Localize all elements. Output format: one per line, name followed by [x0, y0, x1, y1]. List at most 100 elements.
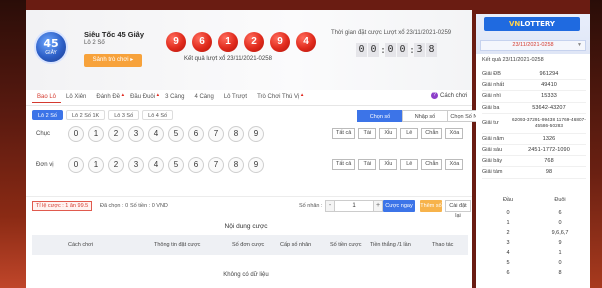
result-ball: 6 [192, 32, 212, 52]
tab-tro-choi-thu-vi[interactable]: Trò Chơi Thú Vị ▲ [252, 92, 304, 103]
quick-select-units: Tất cả Tài Xỉu Lẻ Chẵn Xóa [332, 159, 464, 170]
tab-label: Đầu Đuôi [130, 94, 156, 100]
result-ball: 4 [296, 32, 316, 52]
table-row: 50 [506, 260, 562, 266]
number-ball[interactable]: 3 [128, 126, 144, 142]
prize-row: Giải tư 62093-37291-99438 11769-46807-455… [482, 114, 586, 134]
game-lobby-button[interactable]: Sảnh trò chơi ▸ [84, 54, 142, 67]
odds-info: Tỉ lệ cược : 1 ăn 99.5 [32, 201, 93, 211]
select-small-button[interactable]: Xỉu [379, 159, 398, 170]
logo-text: GIÂY [45, 50, 57, 56]
number-ball[interactable]: 2 [108, 157, 124, 173]
table-row: 10 [506, 220, 562, 226]
column-header: Đuôi [554, 197, 566, 203]
clear-button[interactable]: Xóa [445, 159, 464, 170]
number-ball[interactable]: 2 [108, 126, 124, 142]
question-icon: ? [431, 92, 438, 99]
number-ball[interactable]: 6 [188, 157, 204, 173]
subtab-lo-2-so-1k[interactable]: Lô 2 Số 1K [65, 110, 106, 120]
tab-4-cang[interactable]: 4 Càng [189, 92, 218, 103]
date-value: 23/11/2021-0258 [512, 42, 554, 48]
row-label-units: Đơn vị [36, 162, 54, 168]
select-all-button[interactable]: Tất cả [332, 128, 356, 139]
prize-row: Giải bảy 768 [482, 156, 586, 168]
column-header: Thao tác [432, 242, 454, 248]
number-ball[interactable]: 0 [68, 157, 84, 173]
subtab-lo-4-so[interactable]: Lô 4 Số [142, 110, 174, 120]
number-ball[interactable]: 8 [228, 126, 244, 142]
number-ball[interactable]: 0 [68, 126, 84, 142]
tab-dau-duoi[interactable]: Đầu Đuôi ▲ [125, 92, 160, 103]
quick-select-tens: Tất cả Tài Xỉu Lẻ Chẵn Xóa [332, 128, 464, 139]
number-ball[interactable]: 8 [228, 157, 244, 173]
select-even-button[interactable]: Chẵn [421, 159, 443, 170]
column-header: Số đơn cược [232, 242, 265, 248]
bet-now-button[interactable]: Cược ngay [383, 200, 415, 212]
multiplier-stepper: - 1 + [325, 200, 383, 212]
select-big-button[interactable]: Tài [358, 128, 377, 139]
select-big-button[interactable]: Tài [358, 159, 377, 170]
number-ball[interactable]: 9 [248, 157, 264, 173]
mode-enter-number[interactable]: Nhập số [402, 110, 448, 122]
number-ball[interactable]: 6 [188, 126, 204, 142]
bet-amount: Số tiền : 0 VND [130, 203, 168, 209]
empty-state: Không có dữ liệu [223, 272, 269, 278]
prize-row: Giải ĐB 961294 [482, 69, 586, 81]
column-header: Cách chơi [68, 242, 94, 248]
category-tabs: Bao Lô Lô Xiên Đánh Đề ▲ Đầu Đuôi ▲ 3 Càng… [32, 92, 304, 103]
tab-danh-de[interactable]: Đánh Đề ▲ [91, 92, 125, 103]
number-ball[interactable]: 9 [248, 126, 264, 142]
column-header: Cấp số nhân [280, 242, 312, 248]
table-row: 39 [506, 240, 562, 246]
results-sidebar: VNLOTTERY 23/11/2021-0258 ▼ Kết quả 23/1… [476, 14, 590, 288]
increase-button[interactable]: + [373, 200, 383, 212]
guide-label: Cách chơi [440, 92, 468, 99]
subtab-lo-2-so[interactable]: Lô 2 Số [32, 110, 63, 120]
table-row: 41 [506, 250, 562, 256]
tab-lo-truot[interactable]: Lô Trượt [219, 92, 252, 103]
tab-label: 3 Càng [165, 94, 185, 100]
column-header: Số tiền cược [330, 242, 362, 248]
game-header: 45 GIÂY Siêu Tốc 45 Giây Lô 2 Số Sảnh tr… [26, 10, 472, 90]
mode-pick-number[interactable]: Chọn số [357, 110, 403, 122]
add-number-button[interactable]: Thêm số [420, 200, 442, 212]
reset-button[interactable]: Cài đặt lại [445, 200, 471, 219]
select-odd-button[interactable]: Lẻ [400, 159, 419, 170]
tab-label: Trò Chơi Thú Vị [257, 94, 300, 100]
timer-digit: 3 [414, 43, 425, 57]
decrease-button[interactable]: - [325, 200, 335, 212]
select-odd-button[interactable]: Lẻ [400, 128, 419, 139]
result-ball: 9 [270, 32, 290, 52]
draw-date-select[interactable]: 23/11/2021-0258 ▼ [480, 40, 586, 51]
number-picker-tens: 0 1 2 3 4 5 6 7 8 9 [68, 126, 264, 142]
number-ball[interactable]: 5 [168, 126, 184, 142]
tab-lo-xien[interactable]: Lô Xiên [61, 92, 91, 103]
number-ball[interactable]: 7 [208, 126, 224, 142]
column-header: Tiền thắng /1 lần [370, 242, 411, 248]
game-panel: 45 GIÂY Siêu Tốc 45 Giây Lô 2 Số Sảnh tr… [26, 10, 493, 288]
prize-row: Giải ba 53642-43207 [482, 103, 586, 114]
tab-bao-lo[interactable]: Bao Lô [32, 92, 62, 103]
result-ball: 1 [218, 32, 238, 52]
number-ball[interactable]: 5 [168, 157, 184, 173]
tab-label: Lô Trượt [223, 94, 248, 100]
result-label: Kết quả lượt xổ 23/11/2021-0258 [184, 56, 272, 62]
select-even-button[interactable]: Chẵn [421, 128, 443, 139]
subtab-lo-3-so[interactable]: Lô 3 Số [108, 110, 140, 120]
guide-link[interactable]: ? Cách chơi [431, 92, 467, 99]
multiplier-input[interactable]: 1 [335, 200, 373, 212]
number-ball[interactable]: 4 [148, 126, 164, 142]
tab-label: Bao Lô [37, 94, 57, 100]
number-ball[interactable]: 4 [148, 157, 164, 173]
clear-button[interactable]: Xóa [445, 128, 464, 139]
result-ball: 2 [244, 32, 264, 52]
number-ball[interactable]: 1 [88, 157, 104, 173]
select-small-button[interactable]: Xỉu [379, 128, 398, 139]
select-all-button[interactable]: Tất cả [332, 159, 356, 170]
number-ball[interactable]: 3 [128, 157, 144, 173]
hot-badge-icon: ▲ [299, 92, 305, 97]
number-ball[interactable]: 1 [88, 126, 104, 142]
number-ball[interactable]: 7 [208, 157, 224, 173]
tab-3-cang[interactable]: 3 Càng [160, 92, 189, 103]
multiplier-label: Số nhân : [299, 203, 323, 209]
